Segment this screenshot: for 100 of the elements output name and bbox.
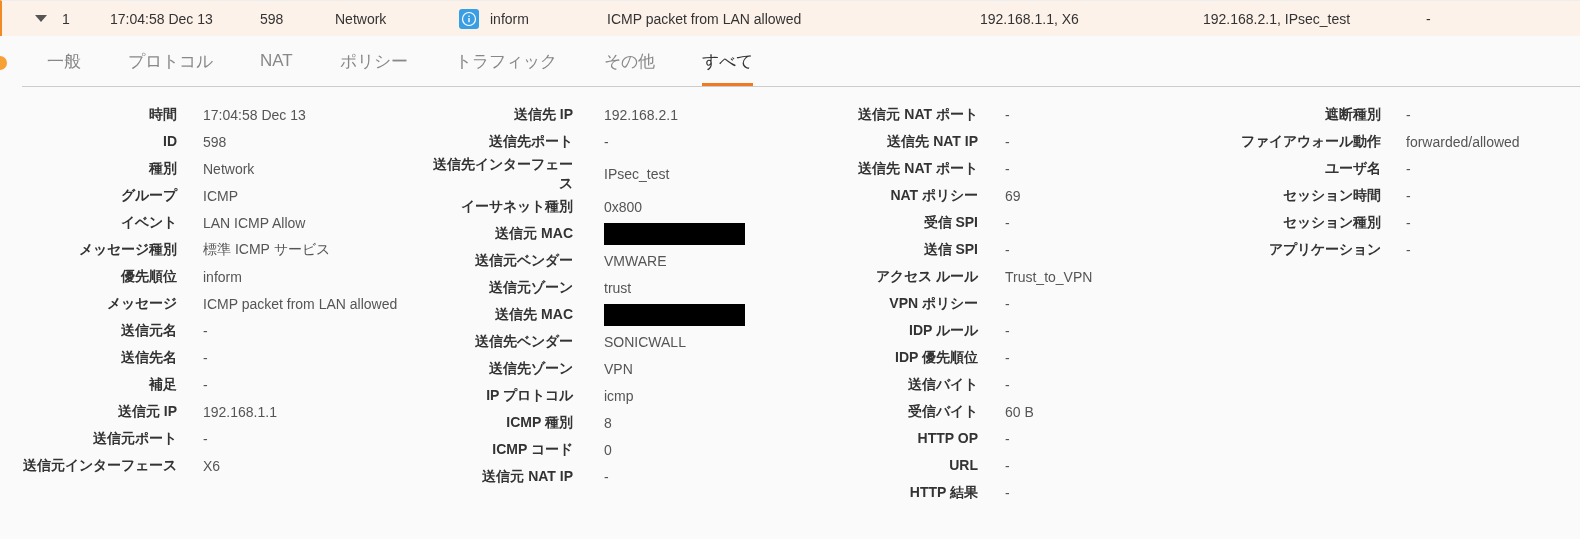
field-value: - [203,322,208,339]
field-label: ICMP コード [491,440,573,459]
field-value: 192.168.2.1 [604,106,678,123]
field-value: - [1406,187,1411,204]
field-label: メッセージ種別 [78,240,177,259]
field-value: 60 B [1005,403,1034,420]
field-label: 送信先ゾーン [488,359,573,378]
field-label: イベント [120,213,177,232]
collapse-icon[interactable] [35,14,47,23]
field-label: 送信バイト [907,375,978,394]
field-label: HTTP 結果 [908,483,978,502]
table-cell: 192.168.1.1, X6 [980,10,1079,27]
field-value: inform [203,268,242,285]
field-value: 0x800 [604,198,643,215]
table-cell: ICMP packet from LAN allowed [607,10,802,27]
field-value: IPsec_test [604,166,670,182]
field-value: - [1005,295,1010,312]
field-value: - [203,349,208,366]
tab[interactable]: プロトコル [128,36,213,86]
field-label: メッセージ [106,294,177,313]
field-label: 送信先インターフェース [432,155,573,193]
field-label: 送信先 IP [512,105,573,124]
tab[interactable]: 一般 [47,36,81,86]
field-label: 受信 SPI [922,213,978,232]
field-label: URL [948,456,978,475]
field-value: - [1406,241,1411,258]
field-label: アクセス ルール [875,267,978,286]
field-label: 送信元ゾーン [488,278,573,297]
field-value: - [1005,457,1010,474]
field-label: 送信先 NAT ポート [857,159,978,178]
field-label: イーサネット種別 [460,197,573,216]
info-icon [459,8,479,29]
field-label: 送信元ポート [92,429,177,448]
field-label: 補足 [148,375,177,394]
table-cell: 1 [62,10,70,27]
field-label: セッション種別 [1282,213,1381,232]
field-value: trust [604,279,632,296]
field-label: IP プロトコル [485,386,573,405]
field-value: - [1406,106,1411,123]
field-value: - [1005,376,1010,393]
field-value: - [1005,241,1010,258]
field-value: SONICWALL [604,333,686,350]
field-value: - [1005,160,1010,177]
field-value: - [1005,322,1010,339]
field-value: VMWARE [604,252,667,269]
field-value: - [1005,349,1010,366]
table-cell: Network [335,10,387,27]
tab[interactable]: すべて [701,36,753,86]
field-value: 192.168.1.1 [203,403,277,420]
field-label: 遮断種別 [1324,105,1381,124]
field-label: 送信元 NAT ポート [857,105,978,124]
field-value: LAN ICMP Allow [203,214,306,231]
field-label: ファイアウォール動作 [1240,132,1381,151]
field-value: - [203,430,208,447]
field-value: forwarded/allowed [1406,133,1520,150]
field-label: 送信元 MAC [494,224,573,243]
field-label: セッション時間 [1282,186,1381,205]
tab[interactable]: NAT [260,36,293,86]
field-value: 0 [604,441,612,458]
field-label: 送信元名 [120,321,177,340]
field-value: - [1005,214,1010,231]
field-label: グループ [120,186,177,205]
field-value: icmp [604,387,634,404]
field-label: 優先順位 [120,267,177,286]
field-label: 送信元インターフェース [22,456,177,475]
field-value: ICMP [203,187,238,204]
field-label: 送信先ポート [488,132,573,151]
field-label: 種別 [147,159,177,178]
field-value: - [1406,214,1411,231]
field-value: VPN [604,360,633,377]
field-label: ユーザ名 [1324,159,1381,178]
log-row[interactable]: 1 17:04:58 Dec 13 598 Network inform ICMP packet from LAN allowed 192.168.1.1, X6 192.168.2.1, IPsec_test - [0,0,1580,36]
table-cell: - [1426,10,1431,27]
field-label: 送信 SPI [922,240,978,259]
field-label: アプリケーション [1268,240,1381,259]
field-label: VPN ポリシー [888,294,978,313]
field-label: HTTP OP [916,429,978,448]
table-cell: inform [490,10,529,27]
field-value: 598 [203,133,227,150]
field-label: 時間 [148,105,177,124]
tab[interactable]: その他 [603,36,655,86]
field-value: 標準 ICMP サービス [203,240,330,259]
field-value: 8 [604,414,612,431]
field-value: ICMP packet from LAN allowed [203,295,398,312]
field-label: 送信先名 [120,348,177,367]
field-label: 送信元 IP [116,402,177,421]
field-label: 送信先ベンダー [474,332,573,351]
field-label: ID [162,132,177,151]
tab[interactable]: ポリシー [339,36,408,86]
field-value: - [1005,106,1010,123]
field-label: 送信元 NAT IP [481,467,573,486]
field-label: ICMP 種別 [505,413,573,432]
field-value: - [1005,430,1010,447]
field-label: 送信先 NAT IP [886,132,978,151]
field-value: - [604,468,609,485]
table-cell: 17:04:58 Dec 13 [110,10,213,27]
field-label: NAT ポリシー [889,186,978,205]
field-value: Trust_to_VPN [1005,268,1093,285]
tab[interactable]: トラフィック [454,36,557,86]
field-value: - [1406,160,1411,177]
